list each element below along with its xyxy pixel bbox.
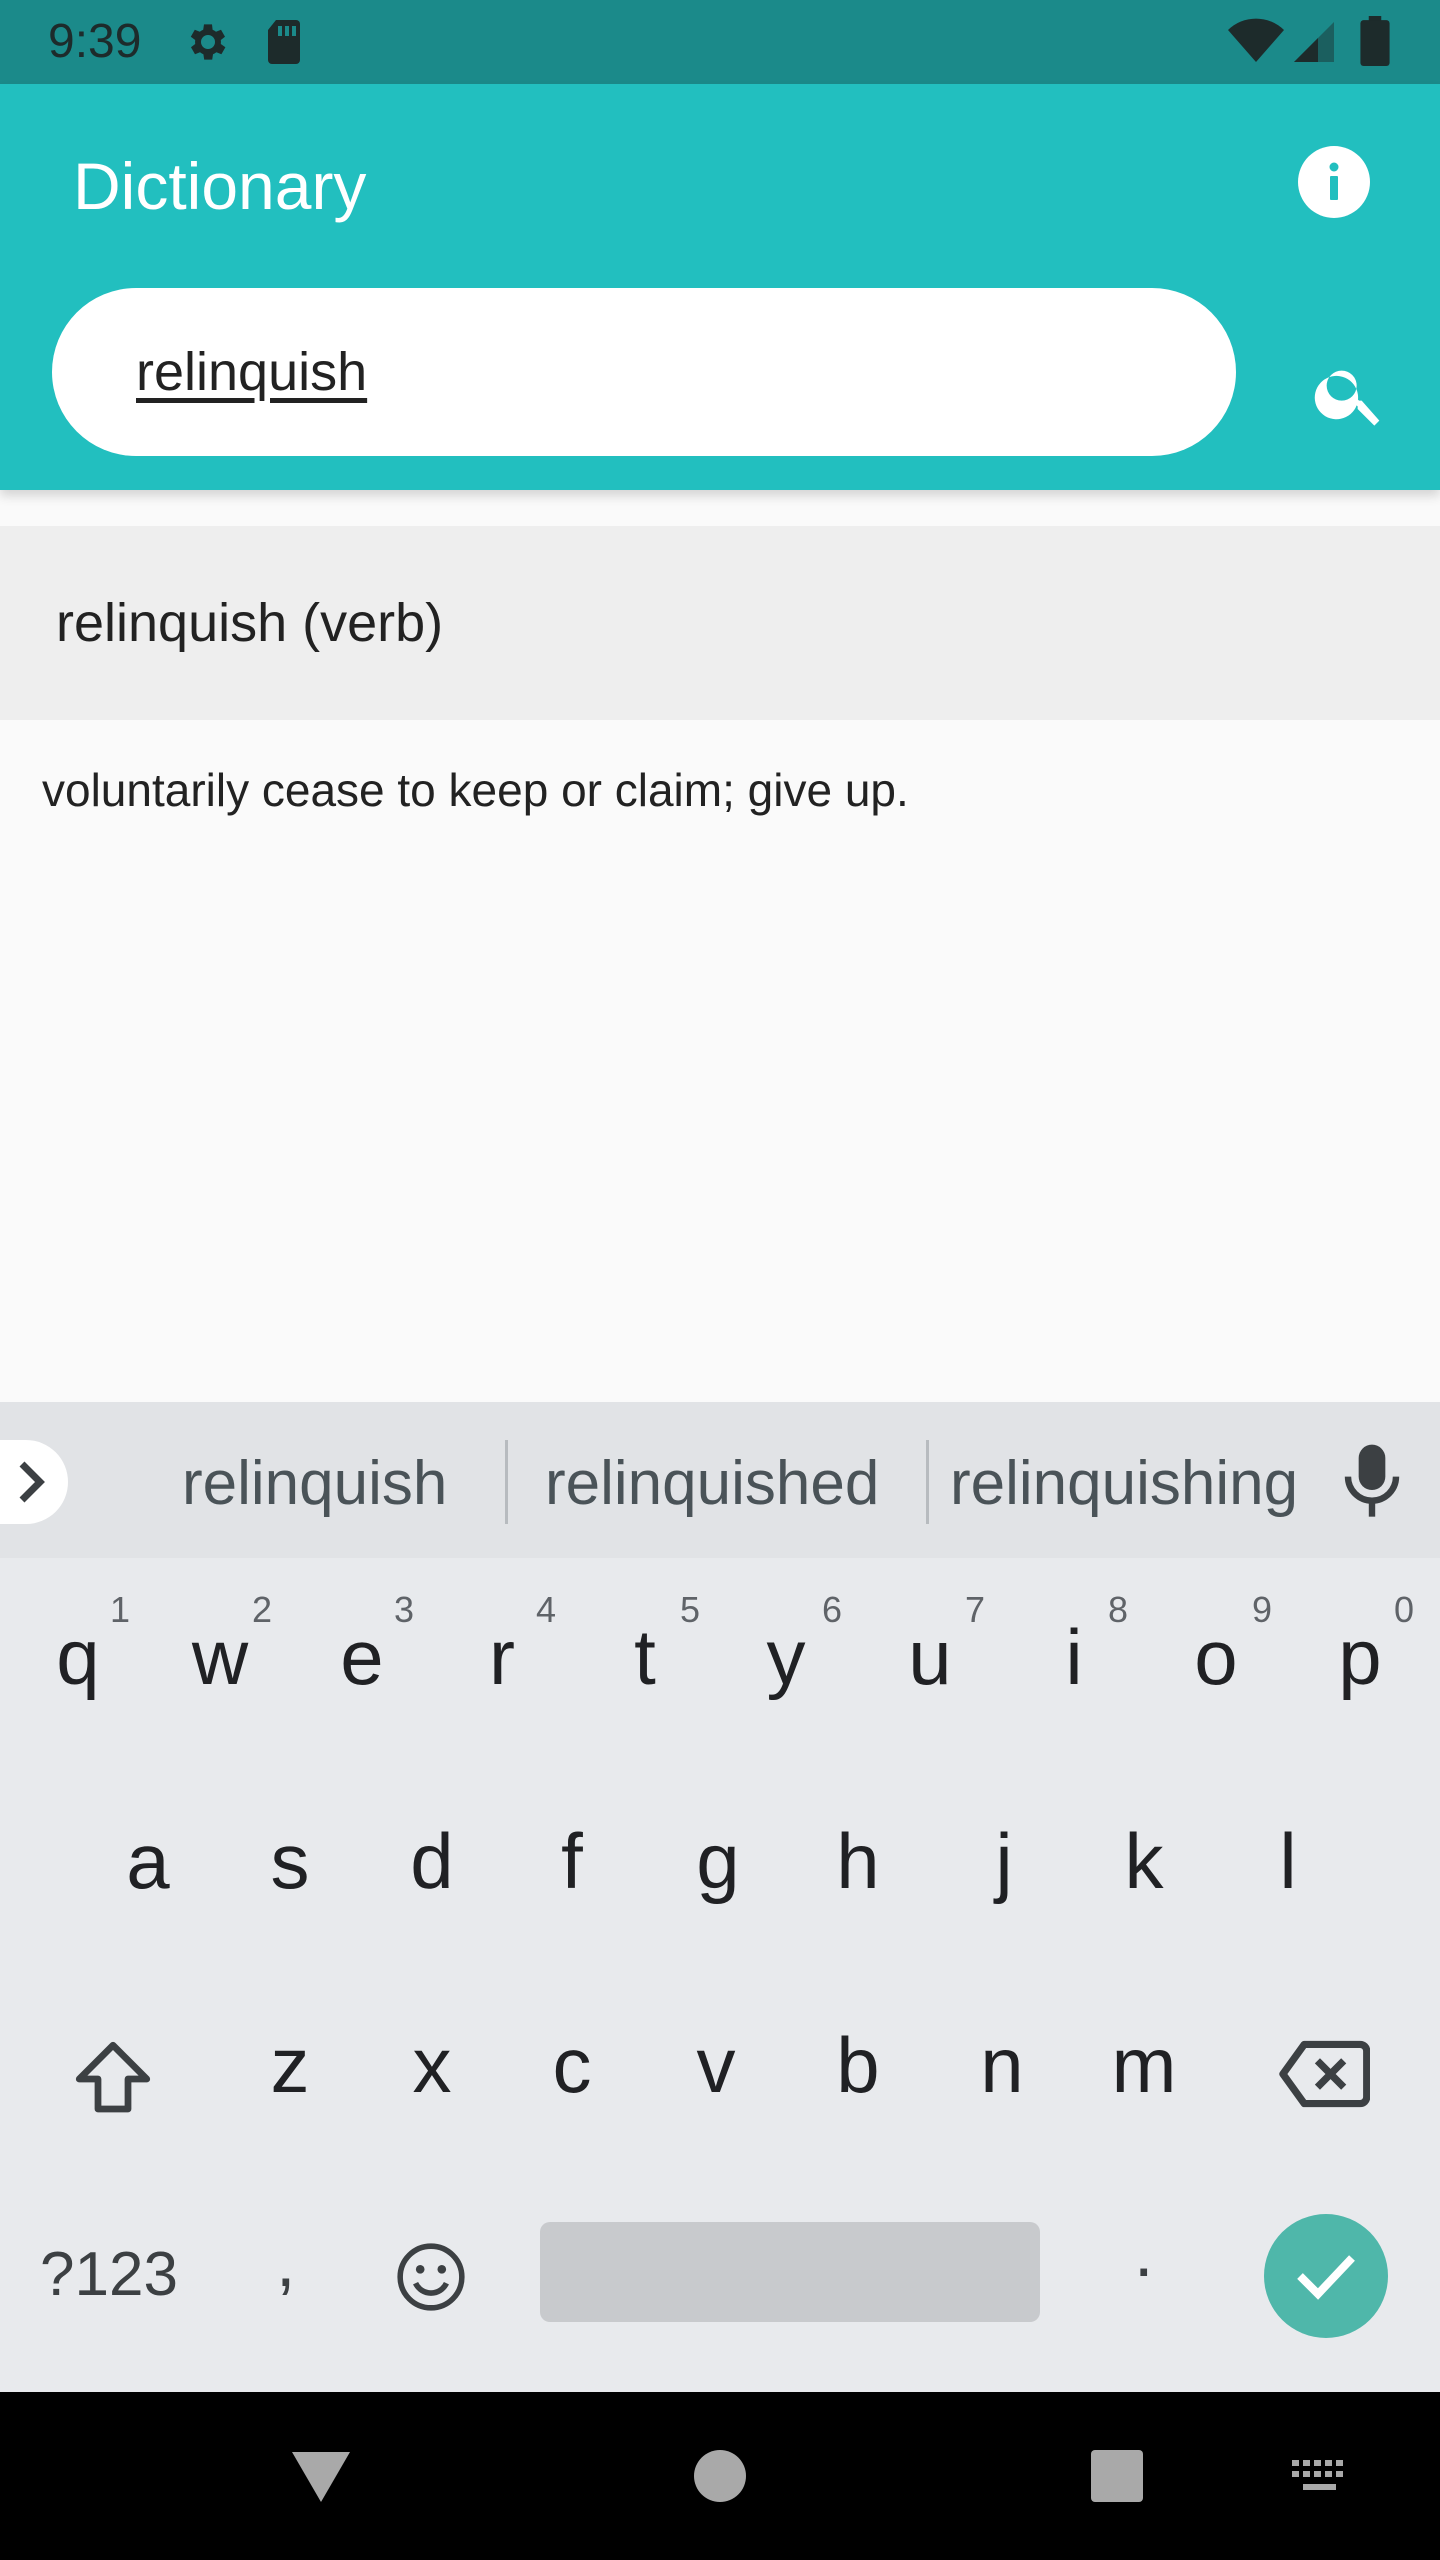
app-bar: Dictionary — [0, 84, 1440, 490]
suggestion-3[interactable]: relinquishing — [950, 1448, 1298, 1520]
key-x[interactable]: x — [382, 2020, 482, 2110]
period-key[interactable]: . — [1134, 2212, 1153, 2292]
check-icon — [1297, 2255, 1355, 2300]
key-v[interactable]: v — [666, 2020, 766, 2110]
key-hint: 2 — [252, 1589, 273, 1630]
suggestion-bar: relinquish relinquished relinquishing — [0, 1402, 1440, 1558]
key-c[interactable]: c — [522, 2020, 622, 2110]
key-k[interactable]: k — [1094, 1816, 1194, 1906]
suggestion-2[interactable]: relinquished — [545, 1448, 879, 1520]
key-hint: 9 — [1252, 1589, 1273, 1630]
key-d[interactable]: d — [382, 1816, 482, 1906]
signal-icon — [1294, 22, 1334, 62]
expand-suggestions-button[interactable] — [0, 1440, 68, 1524]
microphone-icon[interactable] — [1340, 1442, 1404, 1522]
key-hint: 5 — [680, 1589, 701, 1630]
chevron-right-icon — [19, 1461, 45, 1503]
key-n[interactable]: n — [952, 2020, 1052, 2110]
info-icon — [1329, 162, 1339, 200]
search-input[interactable] — [136, 322, 1136, 422]
key-g[interactable]: g — [668, 1816, 768, 1906]
emoji-icon[interactable] — [394, 2240, 468, 2314]
symbols-key[interactable]: ?123 — [40, 2240, 178, 2310]
recents-icon[interactable] — [1091, 2450, 1143, 2502]
suggestion-1[interactable]: relinquish — [182, 1448, 447, 1520]
back-icon[interactable] — [290, 2448, 352, 2504]
app-title: Dictionary — [73, 149, 367, 223]
backspace-icon[interactable] — [1278, 2034, 1370, 2114]
key-s[interactable]: s — [240, 1816, 340, 1906]
key-f[interactable]: f — [522, 1816, 622, 1906]
key-hint: 7 — [965, 1589, 986, 1630]
key-hint: 1 — [110, 1589, 131, 1630]
definition-text: voluntarily cease to keep or claim; give… — [42, 764, 909, 816]
space-key[interactable] — [540, 2222, 1040, 2322]
key-hint: 3 — [394, 1589, 415, 1630]
home-icon[interactable] — [694, 2450, 746, 2502]
wifi-icon — [1228, 18, 1284, 62]
info-button[interactable] — [1298, 146, 1370, 218]
search-icon[interactable] — [1310, 354, 1390, 434]
keyboard-switch-icon[interactable] — [1290, 2458, 1348, 2496]
search-field[interactable] — [52, 288, 1236, 456]
key-h[interactable]: h — [808, 1816, 908, 1906]
key-o[interactable]: o — [1166, 1612, 1266, 1702]
sd-card-icon — [268, 20, 300, 64]
gear-icon — [190, 24, 226, 60]
suggestion-divider — [926, 1440, 929, 1524]
comma-key[interactable]: , — [276, 2222, 295, 2302]
shift-icon[interactable] — [68, 2034, 158, 2124]
key-b[interactable]: b — [808, 2020, 908, 2110]
key-m[interactable]: m — [1094, 2020, 1194, 2110]
soft-keyboard: relinquish relinquished relinquishing q … — [0, 1402, 1440, 2392]
navigation-bar — [0, 2392, 1440, 2560]
result-word: relinquish (verb) — [56, 593, 444, 653]
enter-button[interactable] — [1264, 2214, 1388, 2338]
key-a[interactable]: a — [98, 1816, 198, 1906]
key-hint: 8 — [1108, 1589, 1129, 1630]
status-bar: 9:39 — [0, 0, 1440, 84]
result-header: relinquish (verb) — [0, 526, 1440, 720]
key-j[interactable]: j — [954, 1816, 1054, 1906]
battery-icon — [1360, 16, 1390, 66]
suggestion-divider — [505, 1440, 508, 1524]
key-y[interactable]: y — [736, 1612, 836, 1702]
key-l[interactable]: l — [1238, 1816, 1338, 1906]
status-time: 9:39 — [48, 15, 142, 68]
key-z[interactable]: z — [240, 2020, 340, 2110]
key-hint: 4 — [536, 1589, 557, 1630]
key-hint: 0 — [1394, 1589, 1415, 1630]
key-hint: 6 — [822, 1589, 843, 1630]
